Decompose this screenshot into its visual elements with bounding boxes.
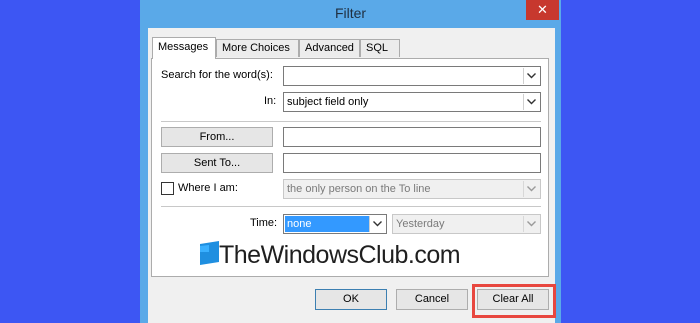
sent-to-button[interactable]: Sent To...: [161, 153, 273, 173]
sent-to-field[interactable]: [283, 153, 541, 173]
in-value: subject field only: [287, 96, 369, 108]
chevron-down-icon[interactable]: [523, 94, 539, 110]
from-field[interactable]: [283, 127, 541, 147]
where-i-am-label: Where I am:: [178, 182, 238, 194]
time-label: Time:: [250, 217, 278, 229]
where-i-am-checkbox[interactable]: [161, 182, 174, 195]
in-label: In:: [264, 95, 277, 107]
tab-messages[interactable]: Messages: [152, 37, 216, 59]
window-title: Filter: [334, 5, 367, 21]
chevron-down-icon[interactable]: [369, 216, 385, 232]
tab-sql[interactable]: SQL: [360, 39, 400, 57]
search-words-combo[interactable]: [283, 66, 541, 86]
time-range-value: Yesterday: [396, 218, 445, 230]
search-label: Search for the word(s):: [161, 69, 273, 81]
filter-dialog: Filter ✕ Messages More Choices Advanced …: [140, 0, 561, 323]
chevron-down-icon[interactable]: [523, 68, 539, 84]
watermark-text: TheWindowsClub.com: [219, 241, 461, 269]
dialog-client-area: Messages More Choices Advanced SQL Searc…: [148, 28, 555, 323]
tab-more-choices[interactable]: More Choices: [216, 39, 299, 57]
from-button[interactable]: From...: [161, 127, 273, 147]
title-bar[interactable]: Filter ✕: [140, 0, 561, 28]
tab-advanced[interactable]: Advanced: [299, 39, 360, 57]
watermark: TheWindowsClub.com: [198, 238, 598, 274]
close-button[interactable]: ✕: [526, 0, 559, 20]
time-value: none: [285, 216, 371, 232]
separator: [161, 121, 541, 122]
in-combo[interactable]: subject field only: [283, 92, 541, 112]
separator: [161, 206, 541, 207]
ok-button[interactable]: OK: [315, 289, 387, 310]
where-i-am-combo[interactable]: the only person on the To line: [283, 179, 541, 199]
where-i-am-value: the only person on the To line: [287, 183, 431, 195]
time-range-combo[interactable]: Yesterday: [392, 214, 541, 234]
cancel-button[interactable]: Cancel: [396, 289, 468, 310]
chevron-down-icon[interactable]: [523, 216, 539, 232]
chevron-down-icon[interactable]: [523, 181, 539, 197]
time-combo[interactable]: none: [283, 214, 387, 234]
clear-all-highlight-box: [472, 284, 556, 318]
